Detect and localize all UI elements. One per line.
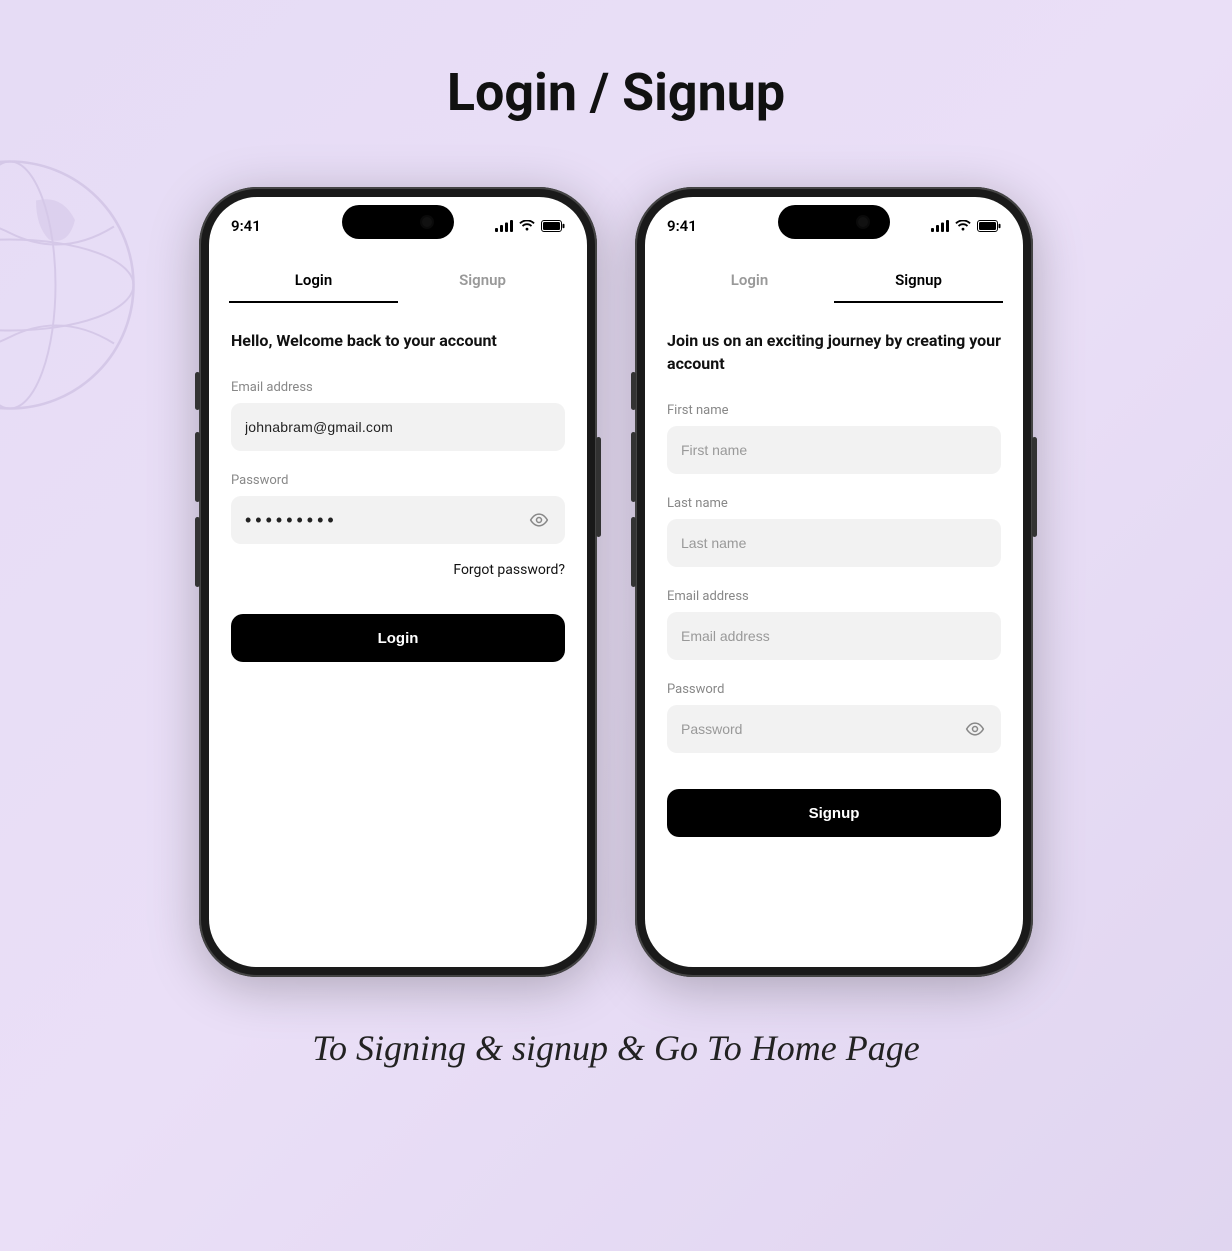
login-button[interactable]: Login <box>231 614 565 662</box>
signup-content: Join us on an exciting journey by creati… <box>645 303 1023 837</box>
phone-signup: 9:41 Login Signup Join us on an exciting… <box>635 187 1033 977</box>
tabs: Login Signup <box>229 259 567 303</box>
page-title: Login / Signup <box>0 0 1232 123</box>
wifi-icon <box>519 220 535 232</box>
email-input[interactable] <box>245 419 551 435</box>
status-icons <box>931 220 1001 232</box>
password-label: Password <box>231 473 565 488</box>
forgot-password-link[interactable]: Forgot password? <box>231 562 565 578</box>
password-label: Password <box>667 682 1001 697</box>
email-input-wrap <box>667 612 1001 660</box>
password-input[interactable] <box>245 510 527 531</box>
phone-side-button <box>195 517 200 587</box>
wifi-icon <box>955 220 971 232</box>
phone-side-button <box>1032 437 1037 537</box>
phone-side-button <box>631 372 636 410</box>
signal-icon <box>931 220 949 232</box>
status-time: 9:41 <box>667 217 697 235</box>
screen-signup: 9:41 Login Signup Join us on an exciting… <box>645 197 1023 967</box>
tab-login[interactable]: Login <box>229 259 398 303</box>
signup-button[interactable]: Signup <box>667 789 1001 837</box>
phone-side-button <box>631 517 636 587</box>
tab-login[interactable]: Login <box>665 259 834 303</box>
toggle-password-visibility-button[interactable] <box>527 507 551 533</box>
last-name-input[interactable] <box>681 535 987 551</box>
battery-icon <box>541 220 565 232</box>
phone-side-button <box>195 372 200 410</box>
email-input[interactable] <box>681 628 987 644</box>
first-name-input-wrap <box>667 426 1001 474</box>
status-icons <box>495 220 565 232</box>
tabs: Login Signup <box>665 259 1003 303</box>
screen-login: 9:41 Login Signup Hello, Welcome back to… <box>209 197 587 967</box>
password-input[interactable] <box>681 721 963 737</box>
tab-signup[interactable]: Signup <box>398 259 567 303</box>
toggle-password-visibility-button[interactable] <box>963 716 987 742</box>
eye-icon <box>965 719 985 739</box>
last-name-input-wrap <box>667 519 1001 567</box>
email-field-group: Email address <box>231 380 565 451</box>
phone-notch <box>342 205 454 239</box>
email-input-wrap <box>231 403 565 451</box>
phone-notch <box>778 205 890 239</box>
status-time: 9:41 <box>231 217 261 235</box>
password-field-group: Password <box>231 473 565 544</box>
email-label: Email address <box>667 589 1001 604</box>
password-field-group: Password <box>667 682 1001 753</box>
phones-row: 9:41 Login Signup Hello, Welcome back to… <box>0 187 1232 977</box>
first-name-input[interactable] <box>681 442 987 458</box>
battery-icon <box>977 220 1001 232</box>
login-content: Hello, Welcome back to your account Emai… <box>209 303 587 662</box>
last-name-label: Last name <box>667 496 1001 511</box>
eye-icon <box>529 510 549 530</box>
password-input-wrap <box>667 705 1001 753</box>
first-name-field-group: First name <box>667 403 1001 474</box>
signal-icon <box>495 220 513 232</box>
tab-signup[interactable]: Signup <box>834 259 1003 303</box>
login-heading: Hello, Welcome back to your account <box>231 329 565 352</box>
phone-side-button <box>195 432 200 502</box>
signup-heading: Join us on an exciting journey by creati… <box>667 329 1001 375</box>
first-name-label: First name <box>667 403 1001 418</box>
password-input-wrap <box>231 496 565 544</box>
phone-side-button <box>596 437 601 537</box>
phone-login: 9:41 Login Signup Hello, Welcome back to… <box>199 187 597 977</box>
email-label: Email address <box>231 380 565 395</box>
last-name-field-group: Last name <box>667 496 1001 567</box>
phone-side-button <box>631 432 636 502</box>
page-caption: To Signing & signup & Go To Home Page <box>0 1027 1232 1069</box>
email-field-group: Email address <box>667 589 1001 660</box>
